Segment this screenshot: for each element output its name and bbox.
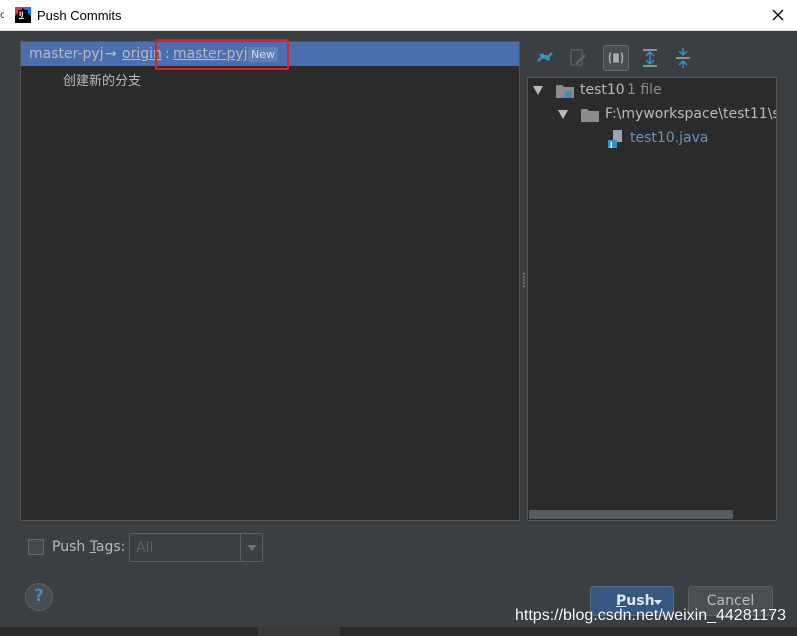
expand-triangle-icon[interactable]	[533, 86, 543, 95]
local-branch-label: master-pyj	[29, 46, 104, 62]
intellij-app-icon: IJ	[15, 7, 31, 23]
module-folder-icon	[556, 85, 574, 98]
java-file-name: test10.java	[630, 130, 709, 146]
help-icon: ?	[34, 586, 44, 606]
tree-node-file[interactable]: J test10.java	[528, 129, 776, 149]
group-by-icon[interactable]	[603, 45, 629, 71]
help-button[interactable]: ?	[25, 583, 53, 611]
tree-node-directory[interactable]: F:\myworkspace\test11\sr	[528, 105, 776, 125]
horizontal-scrollbar[interactable]	[529, 510, 733, 519]
collapse-all-icon[interactable]	[670, 45, 696, 71]
commit-message[interactable]: 创建新的分支	[63, 70, 141, 89]
push-dropdown-arrow-icon[interactable]	[654, 600, 662, 605]
push-tags-checkbox[interactable]	[28, 539, 44, 555]
window-title: Push Commits	[37, 8, 122, 23]
watermark-text: https://blog.csdn.net/weixin_44281173	[515, 607, 787, 624]
title-bar: IJ Push Commits	[0, 0, 797, 31]
show-diff-icon[interactable]	[532, 45, 558, 71]
module-file-count: 1 file	[627, 82, 662, 98]
expand-all-icon[interactable]	[637, 45, 663, 71]
module-name: test10	[580, 82, 625, 98]
expand-triangle-icon[interactable]	[558, 110, 568, 119]
edit-source-icon[interactable]	[565, 45, 591, 71]
commit-branch-row[interactable]: master-pyj → origin : master-pyj New	[21, 39, 519, 70]
chevron-down-icon	[247, 545, 257, 551]
svg-text:IJ: IJ	[19, 11, 23, 18]
tree-node-module[interactable]: test10 1 file	[528, 81, 776, 101]
close-icon[interactable]	[767, 4, 789, 26]
push-tags-selected-value: All	[136, 540, 154, 556]
changed-files-tree: test10 1 file F:\myworkspace\test11\sr J…	[527, 77, 777, 521]
directory-path: F:\myworkspace\test11\sr	[605, 106, 777, 122]
background-ide-strip	[0, 627, 797, 636]
push-tags-label: Push Tags:	[52, 539, 126, 555]
push-tags-select[interactable]: All	[129, 533, 263, 562]
commits-panel: master-pyj → origin : master-pyj New 创建新…	[20, 39, 520, 521]
arrow-label: →	[105, 46, 117, 62]
svg-text:J: J	[609, 141, 613, 148]
folder-icon	[581, 109, 599, 122]
java-file-icon: J	[608, 130, 622, 148]
background-window-edge: o	[0, 10, 4, 21]
red-annotation-box	[155, 39, 289, 70]
